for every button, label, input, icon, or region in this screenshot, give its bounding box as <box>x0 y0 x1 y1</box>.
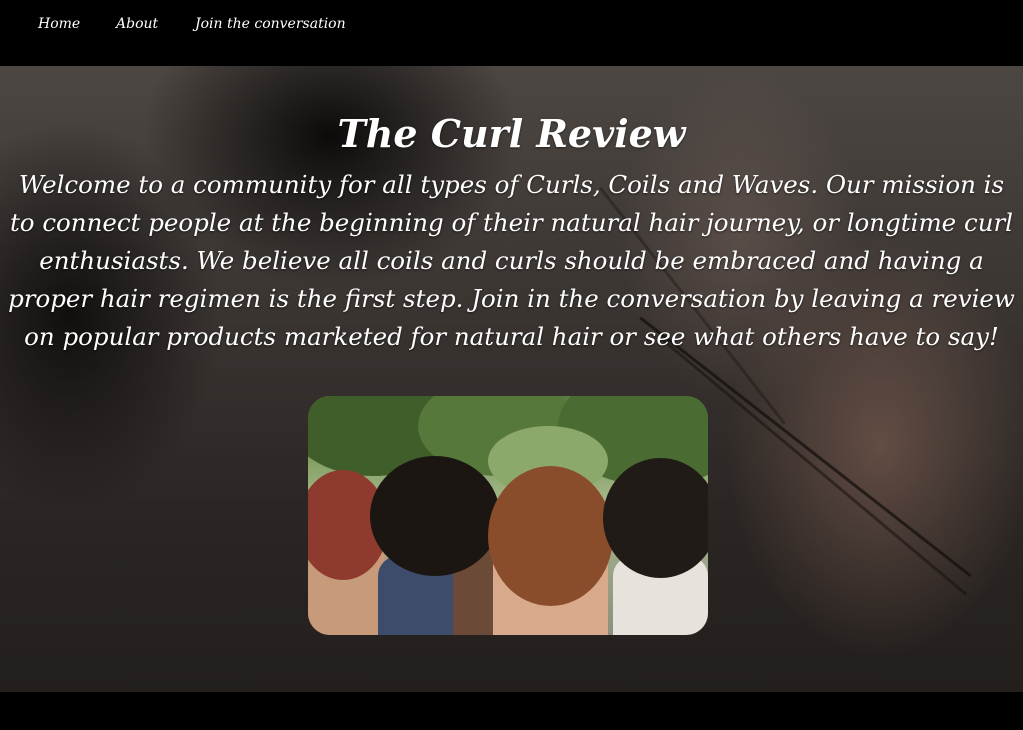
page-title: The Curl Review <box>337 111 686 156</box>
nav-link-home[interactable]: Home <box>38 14 80 34</box>
feature-photo <box>308 396 708 635</box>
hero-section: The Curl Review Welcome to a community f… <box>0 66 1023 692</box>
footer-bar <box>0 692 1023 730</box>
top-nav: Home About Join the conversation <box>0 0 1023 66</box>
hero-description: Welcome to a community for all types of … <box>8 170 1015 351</box>
nav-link-about[interactable]: About <box>116 14 158 34</box>
nav-link-join[interactable]: Join the conversation <box>195 14 346 34</box>
